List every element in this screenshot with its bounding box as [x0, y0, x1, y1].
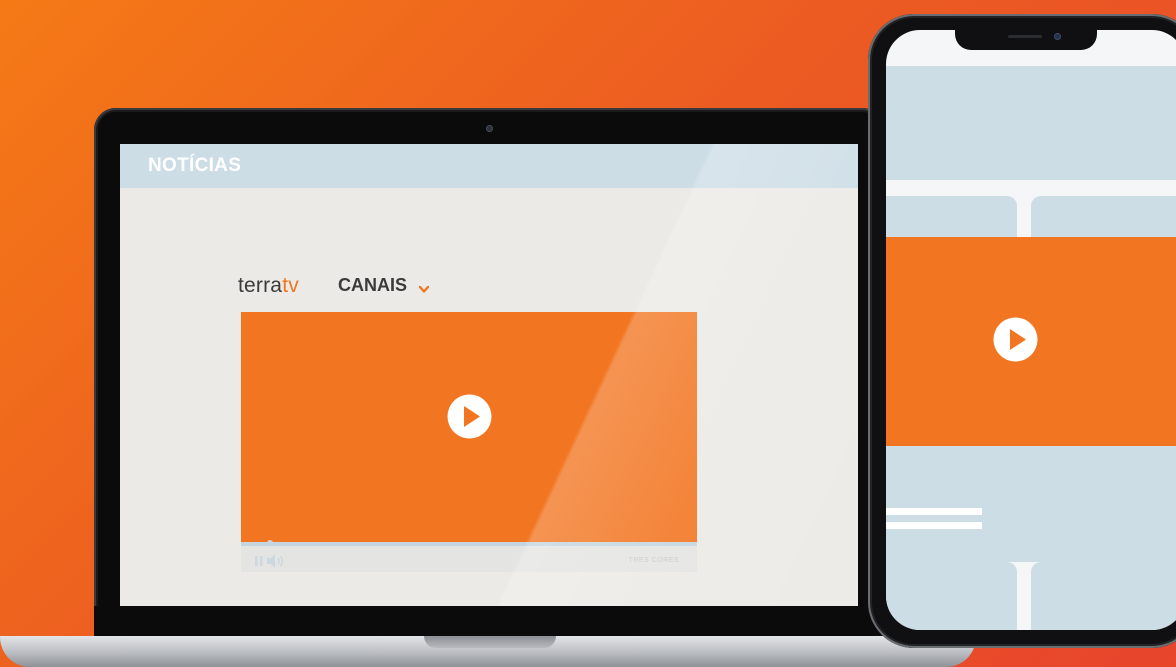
progress-knob[interactable] — [267, 540, 273, 546]
play-circle-icon[interactable] — [447, 394, 492, 439]
volume-icon[interactable] — [267, 554, 285, 568]
phone-notch — [955, 28, 1097, 50]
laptop-bezel-bottom — [94, 606, 884, 640]
channels-menu[interactable]: CANAIS — [338, 275, 407, 296]
player-label: TRES CORES — [628, 557, 679, 564]
play-circle-icon[interactable] — [993, 317, 1038, 362]
placeholder-banner — [886, 66, 1176, 180]
laptop-opening-notch — [424, 636, 556, 648]
pause-icon[interactable] — [255, 556, 263, 566]
placeholder-card-left — [886, 196, 1017, 237]
placeholder-card-right — [1031, 196, 1176, 237]
progress-bar[interactable] — [241, 540, 697, 546]
placeholder-card-left — [886, 562, 1017, 630]
laptop-camera — [486, 125, 493, 132]
placeholder-text-line — [886, 522, 982, 529]
phone-speaker — [1008, 35, 1042, 38]
phone-screen — [886, 30, 1176, 630]
site-header: NOTÍCIAS — [120, 144, 858, 188]
terratv-logo[interactable]: terratv — [238, 274, 299, 298]
logo-part-tv: tv — [282, 274, 299, 297]
player-controls: TRES CORES — [241, 540, 697, 572]
laptop-screen: NOTÍCIAS terratv CANAIS TRES CORES — [120, 144, 858, 606]
placeholder-text-line — [886, 508, 982, 515]
phone-camera — [1054, 33, 1061, 40]
logo-part-terra: terra — [238, 274, 283, 297]
chevron-down-icon[interactable] — [419, 284, 429, 294]
phone-video-player[interactable] — [886, 237, 1176, 446]
placeholder-card-right — [1031, 562, 1176, 630]
placeholder-article — [886, 446, 1176, 562]
video-player[interactable] — [241, 312, 697, 542]
section-title: NOTÍCIAS — [148, 155, 242, 176]
